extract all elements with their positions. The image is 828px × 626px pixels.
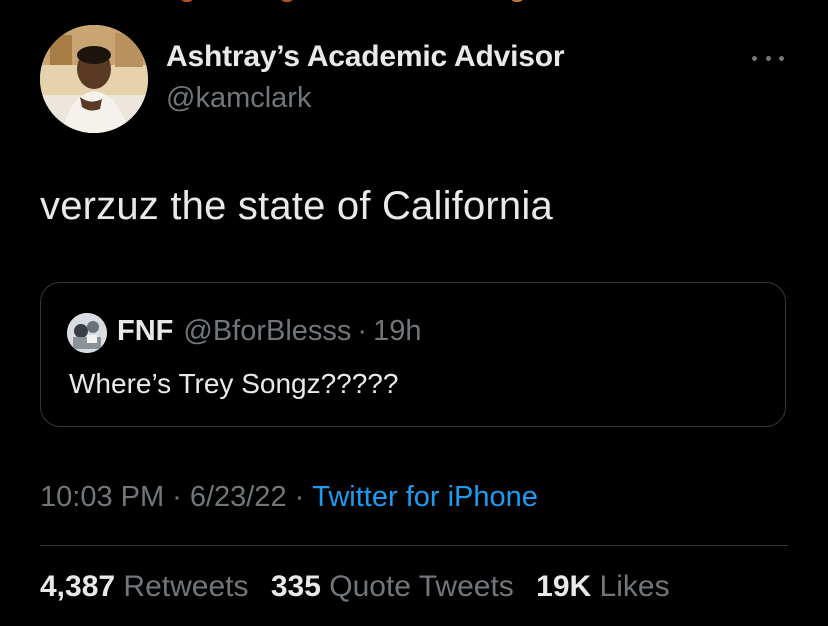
more-dot — [765, 55, 771, 61]
quoted-avatar-photo — [67, 313, 107, 353]
engagement-stats: 4,387 Retweets 335 Quote Tweets 19K Like… — [40, 570, 684, 604]
quoted-separator: · — [357, 315, 368, 347]
quoted-tweet-header: FNF @BforBlesss · 19h — [117, 315, 421, 348]
quoted-tweet-card[interactable]: FNF @BforBlesss · 19h Where’s Trey Songz… — [40, 282, 786, 427]
tweet-source-link[interactable]: Twitter for iPhone — [312, 481, 538, 513]
quoted-tweet-text: Where’s Trey Songz????? — [69, 368, 399, 399]
more-dot — [752, 55, 757, 61]
author-handle[interactable]: @kamclark — [166, 82, 311, 115]
quoted-timestamp[interactable]: 19h — [373, 315, 421, 348]
more-horizontal-icon[interactable] — [752, 46, 784, 70]
quote-tweets-stat[interactable]: 335 Quote Tweets — [271, 570, 514, 603]
tweet-time[interactable]: 10:03 PM — [40, 481, 164, 513]
quoted-author-avatar[interactable] — [67, 313, 107, 353]
previous-tweet-fragment — [100, 0, 560, 4]
tweet-date[interactable]: 6/23/22 — [190, 481, 287, 513]
meta-separator: · — [172, 481, 182, 513]
retweets-label: Retweets — [123, 570, 249, 603]
retweets-stat[interactable]: 4,387 Retweets — [40, 570, 248, 603]
author-display-name[interactable]: Ashtray’s Academic Advisor — [166, 40, 564, 74]
retweets-count: 4,387 — [40, 570, 116, 603]
quote-tweets-label: Quote Tweets — [329, 570, 514, 603]
likes-label: Likes — [599, 570, 670, 603]
quoted-display-name[interactable]: FNF — [117, 315, 173, 348]
author-avatar[interactable] — [40, 25, 148, 133]
quote-tweets-count: 335 — [270, 570, 321, 603]
meta-separator: · — [294, 481, 305, 513]
quoted-handle[interactable]: @BforBlesss — [183, 315, 351, 348]
avatar-photo — [40, 25, 148, 133]
likes-count: 19K — [536, 570, 592, 603]
divider — [40, 545, 788, 546]
more-dot — [779, 55, 784, 61]
tweet-metadata: 10:03 PM · 6/23/22 · Twitter for iPhone — [40, 481, 538, 514]
tweet-text: verzuz the state of California — [40, 184, 553, 228]
likes-stat[interactable]: 19K Likes — [536, 570, 669, 603]
